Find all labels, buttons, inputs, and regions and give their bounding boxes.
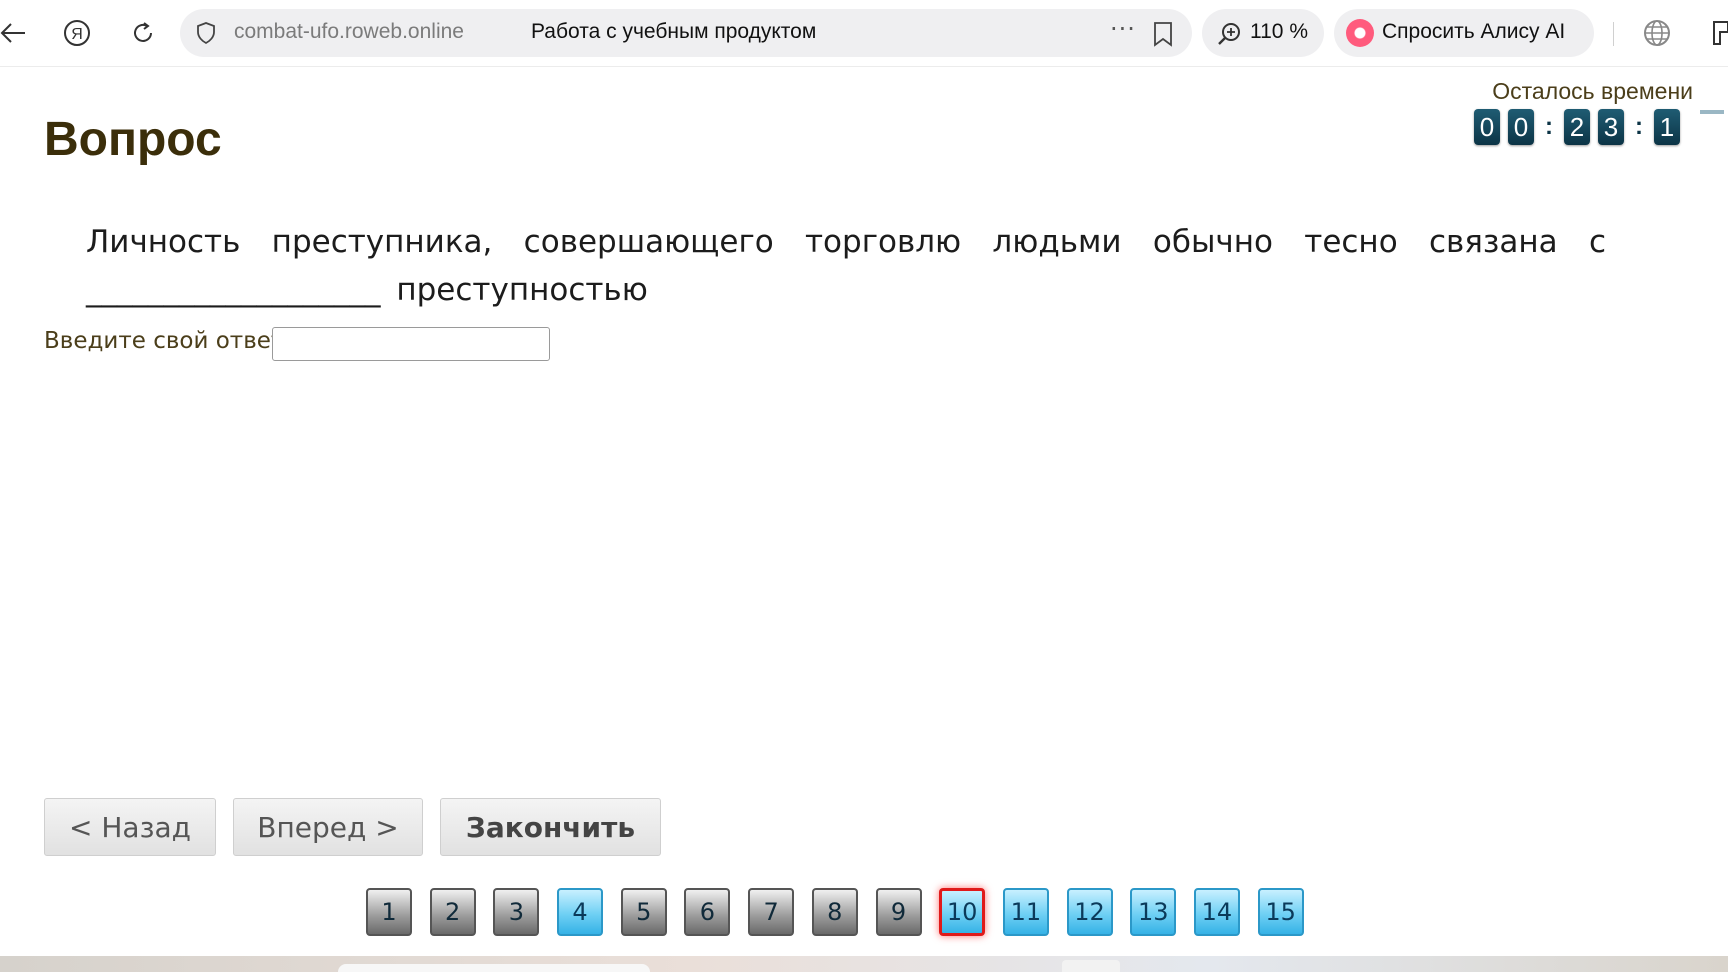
timer-digit: 3: [1598, 109, 1624, 145]
answer-input[interactable]: [272, 327, 550, 361]
page-button-3[interactable]: 3: [493, 888, 540, 936]
svg-text:Я: Я: [71, 26, 83, 43]
page-button-10[interactable]: 10: [939, 888, 986, 936]
toolbar-divider: [1613, 22, 1614, 46]
page-button-4[interactable]: 4: [557, 888, 604, 936]
page-button-7[interactable]: 7: [748, 888, 795, 936]
timer-label: Осталось времени: [1492, 78, 1693, 104]
bottom-tab: [1062, 960, 1120, 972]
timer-colon: :: [1545, 113, 1553, 140]
page-button-8[interactable]: 8: [811, 888, 858, 936]
translate-globe-icon[interactable]: [1638, 14, 1676, 52]
timer-digit: 2: [1564, 109, 1590, 145]
page-button-1[interactable]: 1: [366, 888, 412, 936]
bookmark-icon[interactable]: [1152, 21, 1174, 47]
address-bar[interactable]: combat-ufo.roweb.online Работа с учебным…: [180, 9, 1192, 57]
timer-digit: 0: [1474, 109, 1500, 145]
page-button-15[interactable]: 15: [1257, 888, 1304, 936]
page-button-2[interactable]: 2: [429, 888, 476, 936]
address-domain[interactable]: combat-ufo.roweb.online: [234, 20, 464, 44]
page-button-14[interactable]: 14: [1193, 888, 1240, 936]
timer-digit: 0: [1508, 109, 1534, 145]
ask-alice-label: Спросить Алису AI: [1382, 20, 1566, 43]
forward-button[interactable]: Вперед >: [233, 798, 423, 856]
page-button-5[interactable]: 5: [620, 888, 667, 936]
reload-icon[interactable]: [124, 14, 162, 52]
finish-button[interactable]: Закончить: [440, 798, 661, 856]
page-button-9[interactable]: 9: [875, 888, 922, 936]
shield-icon[interactable]: [194, 21, 218, 45]
back-arrow-icon[interactable]: [0, 14, 32, 52]
question-text: Личность преступника, совершающего торго…: [86, 224, 1606, 308]
page-button-13[interactable]: 13: [1130, 888, 1177, 936]
page-button-6[interactable]: 6: [684, 888, 731, 936]
zoom-icon: [1218, 23, 1240, 45]
timer-scroll-edge: [1700, 110, 1724, 114]
alice-icon: [1346, 19, 1374, 47]
taskbar-strip: [0, 956, 1728, 972]
bottom-tab: [338, 964, 650, 972]
timer-digit: 1: [1654, 109, 1680, 145]
ask-alice-button[interactable]: Спросить Алису AI: [1334, 9, 1594, 57]
address-page-title[interactable]: Работа с учебным продуктом: [531, 20, 816, 44]
browser-toolbar: Я combat-ufo.roweb.online Работа с учебн…: [0, 0, 1728, 67]
countdown-timer: 0 0 : 2 3 : 1: [1474, 108, 1688, 146]
answer-label: Введите свой ответ: [44, 328, 285, 354]
more-icon[interactable]: ···: [1110, 15, 1136, 43]
page-title: Вопрос: [44, 113, 222, 166]
question-pagination: 1 2 3 4 5 6 7 8 9 10 11 12 13 14 15: [366, 888, 1321, 936]
zoom-indicator[interactable]: 110 %: [1202, 9, 1324, 57]
timer-colon: :: [1635, 113, 1643, 140]
zoom-value: 110 %: [1250, 20, 1308, 43]
page-button-12[interactable]: 12: [1066, 888, 1113, 936]
extension-icon[interactable]: [1702, 14, 1728, 52]
page-button-11[interactable]: 11: [1002, 888, 1049, 936]
back-button[interactable]: < Назад: [44, 798, 216, 856]
yandex-logo-icon[interactable]: Я: [58, 14, 96, 52]
